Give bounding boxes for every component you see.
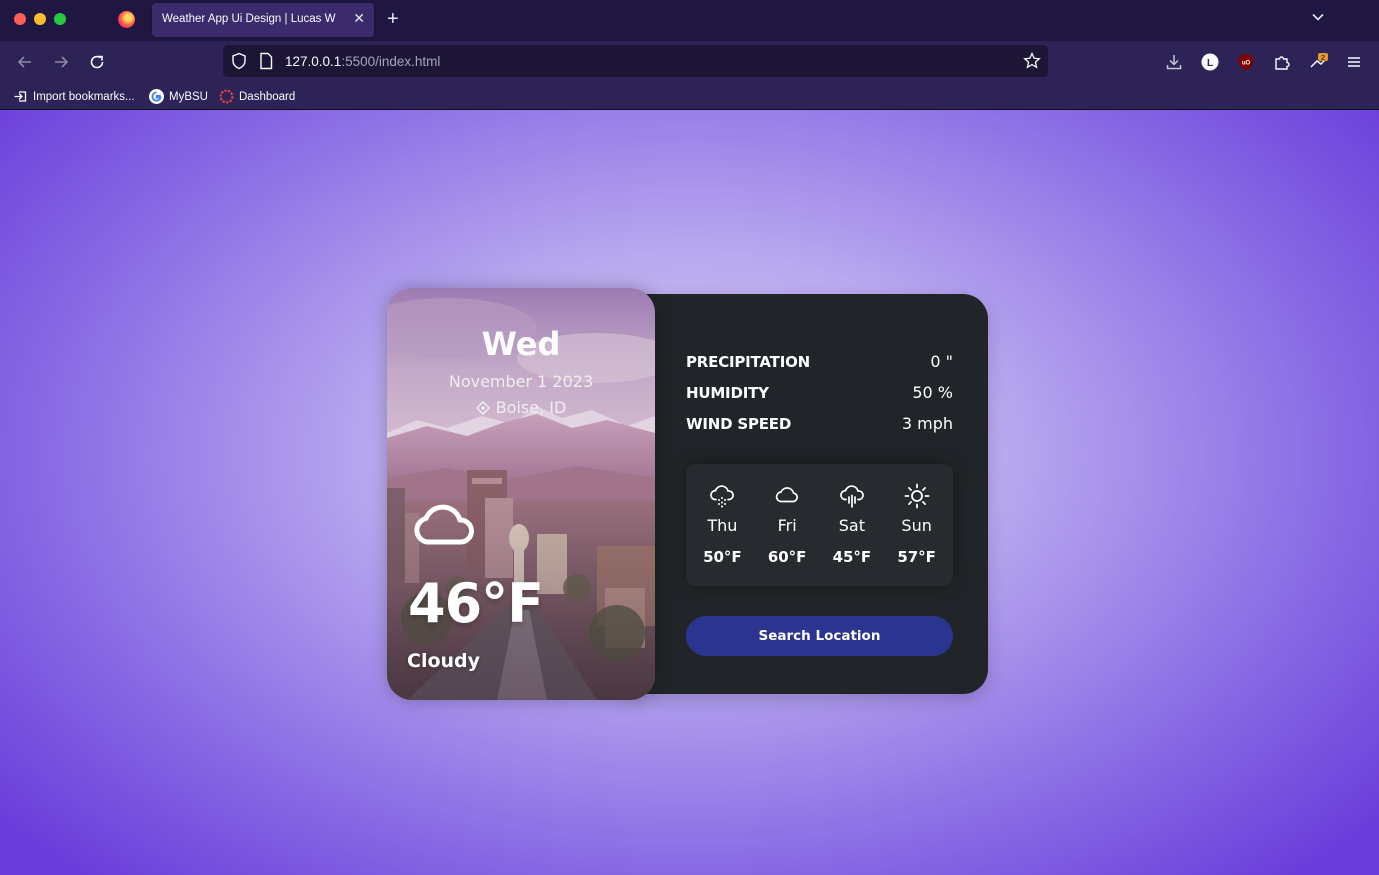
profile-avatar[interactable]: L [1200, 52, 1220, 72]
stat-value: 0 " [930, 352, 953, 371]
forecast-day[interactable]: Thu 50°F [690, 464, 755, 586]
stat-label: WIND SPEED [686, 414, 792, 433]
url-text[interactable]: 127.0.0.1:5500/index.html [285, 54, 440, 69]
new-tab-button[interactable]: + [387, 8, 399, 30]
forecast-day-temp: 60°F [767, 548, 807, 566]
current-location: Boise, ID [387, 398, 655, 417]
extension-badge-icon[interactable]: 2 [1308, 52, 1328, 72]
cloud-rain-icon [839, 485, 864, 508]
window-minimize-button[interactable] [34, 13, 46, 25]
bookmarks-bar: Import bookmarks... MyBSU Dashboard [0, 83, 1379, 110]
stat-label: PRECIPITATION [686, 352, 810, 371]
current-weather-text: Wed November 1 2023 Boise, ID 46°F Cloud… [387, 288, 655, 700]
page-icon [260, 52, 273, 70]
location-pin-icon [475, 400, 490, 415]
ublock-origin-icon[interactable]: uO [1236, 52, 1256, 72]
current-temperature: 46°F [408, 572, 544, 635]
details-panel: PRECIPITATION 0 " HUMIDITY 50 % WIND SPE… [625, 294, 988, 694]
bookmark-label: MyBSU [169, 90, 208, 103]
tab-close-icon[interactable]: ✕ [353, 10, 365, 28]
import-icon [14, 91, 27, 102]
bookmark-dashboard[interactable]: Dashboard [219, 88, 295, 105]
bookmark-label: Dashboard [239, 90, 296, 103]
weather-description: Cloudy [407, 650, 481, 672]
stat-row-humidity: HUMIDITY 50 % [686, 377, 953, 408]
extensions-puzzle-icon[interactable] [1272, 52, 1292, 72]
forecast-day-temp: 45°F [832, 548, 872, 566]
cloud-icon [414, 504, 474, 545]
forecast-list: Thu 50°F Fri 60°F Sat 45°F Sun 57°F [686, 464, 953, 586]
forecast-day[interactable]: Sun 57°F [884, 464, 949, 586]
window-close-button[interactable] [14, 13, 26, 25]
stat-label: HUMIDITY [686, 383, 769, 402]
forward-arrow-icon[interactable] [51, 52, 71, 72]
bookmark-mybsu[interactable]: MyBSU [149, 88, 208, 105]
bookmark-import[interactable]: Import bookmarks... [13, 88, 135, 105]
reload-icon[interactable] [87, 52, 107, 72]
url-bar[interactable]: 127.0.0.1:5500/index.html [223, 45, 1048, 77]
browser-nav-bar: 127.0.0.1:5500/index.html L uO 2 [0, 41, 1379, 83]
chevron-down-icon[interactable] [1311, 10, 1325, 24]
url-host: 127.0.0.1 [285, 54, 342, 69]
url-path: :5500/index.html [341, 54, 441, 69]
browser-tab-active[interactable]: Weather App Ui Design | Lucas W ✕ [152, 3, 374, 37]
search-location-button[interactable]: Search Location [686, 616, 953, 656]
bookmark-label: Import bookmarks... [33, 90, 135, 103]
forecast-day-temp: 50°F [703, 548, 742, 566]
browser-tab-bar: Weather App Ui Design | Lucas W ✕ + [0, 0, 1379, 41]
cloud-icon [775, 487, 799, 503]
bookmark-star-icon[interactable] [1022, 51, 1042, 71]
window-zoom-button[interactable] [54, 13, 66, 25]
forecast-day-label: Fri [777, 516, 797, 535]
downloads-icon[interactable] [1164, 52, 1184, 72]
dashboard-ring-icon [219, 89, 234, 104]
back-arrow-icon[interactable] [15, 52, 35, 72]
profile-initial: L [1207, 58, 1213, 69]
sun-icon [904, 483, 930, 509]
forecast-day-label: Sat [838, 516, 865, 535]
firefox-logo-icon [118, 11, 135, 28]
tab-title: Weather App Ui Design | Lucas W [162, 13, 336, 25]
current-day: Wed [481, 325, 561, 363]
page-background: PRECIPITATION 0 " HUMIDITY 50 % WIND SPE… [0, 110, 1379, 875]
forecast-day-temp: 57°F [897, 548, 936, 566]
menu-hamburger-icon[interactable] [1344, 52, 1364, 72]
shield-icon[interactable] [231, 52, 247, 70]
location-label: Boise, ID [495, 398, 567, 417]
svg-text:uO: uO [1242, 61, 1251, 67]
stat-row-wind-speed: WIND SPEED 3 mph [686, 408, 953, 439]
forecast-day-label: Thu [707, 516, 738, 535]
current-weather-panel: Wed November 1 2023 Boise, ID 46°F Cloud… [387, 288, 655, 700]
stat-value: 3 mph [901, 414, 953, 433]
forecast-day[interactable]: Sat 45°F [820, 464, 885, 586]
stat-value: 50 % [912, 383, 953, 402]
google-g-icon [149, 89, 164, 104]
forecast-day[interactable]: Fri 60°F [755, 464, 820, 586]
stat-row-precipitation: PRECIPITATION 0 " [686, 346, 953, 377]
stats-list: PRECIPITATION 0 " HUMIDITY 50 % WIND SPE… [686, 346, 953, 439]
forecast-day-label: Sun [901, 516, 932, 535]
weather-card: PRECIPITATION 0 " HUMIDITY 50 % WIND SPE… [387, 288, 988, 700]
current-date: November 1 2023 [448, 372, 594, 391]
cloud-snow-icon [710, 485, 735, 508]
extension-badge-count: 2 [1321, 55, 1325, 62]
